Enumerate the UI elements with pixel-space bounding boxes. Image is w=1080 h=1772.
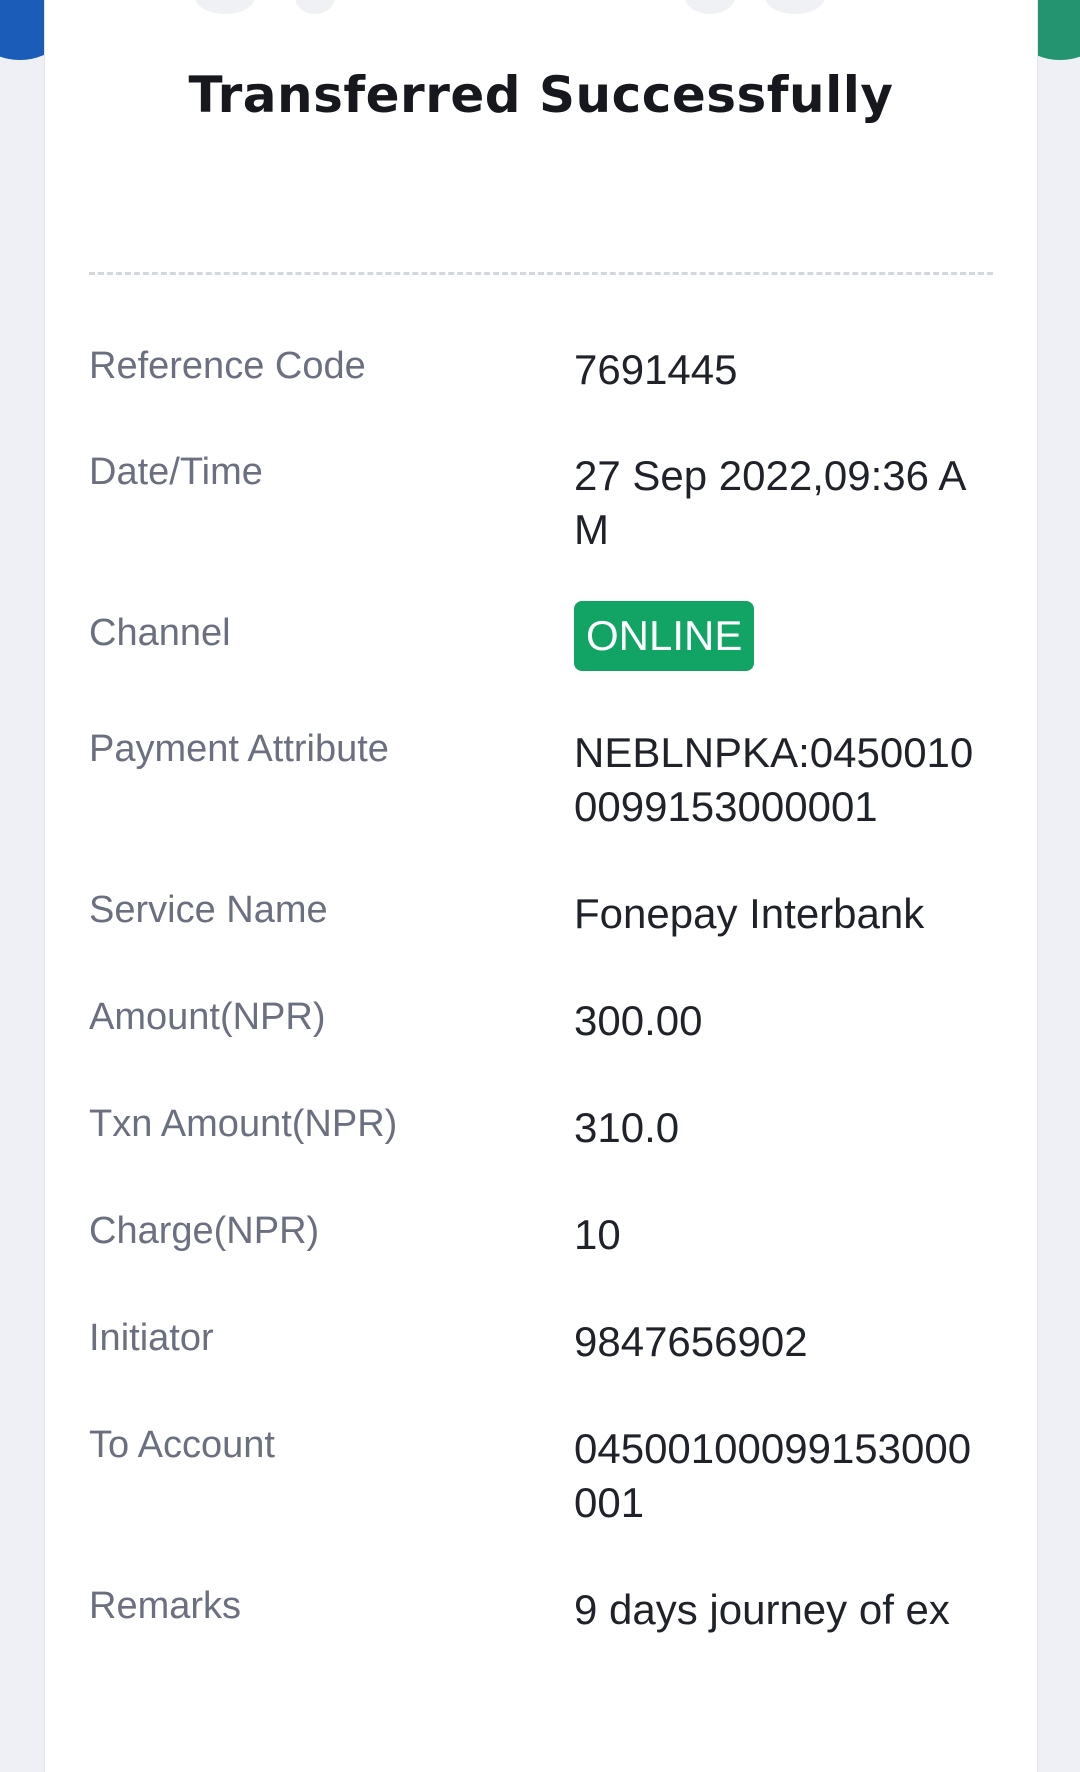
detail-label: Channel <box>89 612 231 654</box>
detail-label: Initiator <box>89 1317 214 1359</box>
detail-label: Amount(NPR) <box>89 996 326 1038</box>
detail-label: Date/Time <box>89 451 263 493</box>
detail-row-service-name: Service Name Fonepay Interbank <box>89 884 993 991</box>
detail-row-amount: Amount(NPR) 300.00 <box>89 991 993 1098</box>
detail-value: 10 <box>574 1211 621 1258</box>
detail-value: 9847656902 <box>574 1318 808 1365</box>
decorative-shape <box>685 0 735 14</box>
detail-row-date-time: Date/Time 27 Sep 2022,09:36 AM <box>89 446 993 607</box>
detail-row-txn-amount: Txn Amount(NPR) 310.0 <box>89 1098 993 1205</box>
detail-value: 9 days journey of ex <box>574 1586 950 1633</box>
detail-label: To Account <box>89 1424 275 1466</box>
detail-value: 300.00 <box>574 997 703 1044</box>
detail-label: Remarks <box>89 1585 242 1627</box>
detail-value: Fonepay Interbank <box>574 890 925 937</box>
channel-badge: ONLINE <box>574 601 755 671</box>
detail-row-remarks: Remarks 9 days journey of ex <box>89 1580 993 1741</box>
decorative-shape <box>765 0 825 14</box>
detail-row-payment-attribute: Payment Attribute NEBLNPKA:0450010009915… <box>89 723 993 884</box>
detail-label: Payment Attribute <box>89 728 389 770</box>
receipt-screen: Transferred Successfully Reference Code … <box>0 0 1080 1772</box>
detail-label: Service Name <box>89 889 328 931</box>
dashed-divider <box>89 272 993 275</box>
detail-label: Reference Code <box>89 345 366 387</box>
detail-label: Txn Amount(NPR) <box>89 1103 398 1145</box>
detail-row-channel: Channel ONLINE <box>89 601 993 723</box>
detail-row-initiator: Initiator 9847656902 <box>89 1312 993 1419</box>
detail-value: 310.0 <box>574 1104 680 1151</box>
decorative-shape <box>195 0 255 14</box>
page-title: Transferred Successfully <box>188 66 894 124</box>
decorative-shape <box>295 0 335 14</box>
detail-row-reference-code: Reference Code 7691445 <box>89 340 993 446</box>
receipt-card: Transferred Successfully Reference Code … <box>44 0 1038 1772</box>
detail-label: Charge(NPR) <box>89 1210 320 1252</box>
detail-value: NEBLNPKA:04500100099153000001 <box>574 729 974 830</box>
detail-value: 27 Sep 2022,09:36 AM <box>574 452 967 553</box>
transaction-details: Reference Code 7691445 Date/Time 27 Sep … <box>89 340 993 1741</box>
detail-row-charge: Charge(NPR) 10 <box>89 1205 993 1312</box>
detail-value: 7691445 <box>574 346 738 393</box>
detail-value: 04500100099153000001 <box>574 1425 972 1526</box>
detail-row-to-account: To Account 04500100099153000001 <box>89 1419 993 1580</box>
